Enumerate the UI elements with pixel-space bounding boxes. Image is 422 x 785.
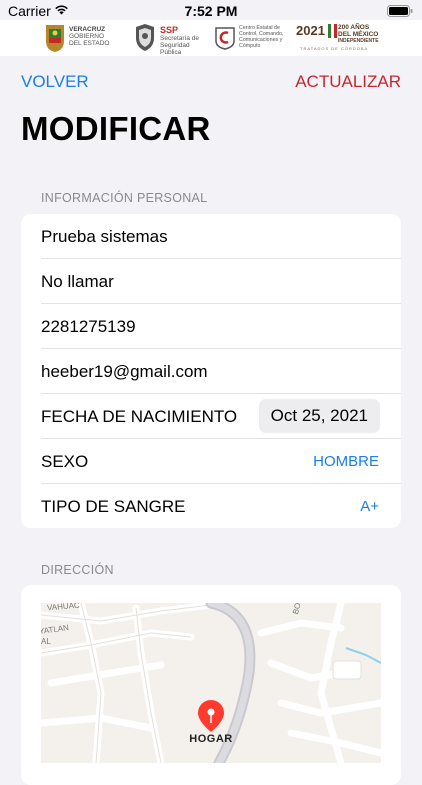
birth-date-row: FECHA DE NACIMIENTO Oct 25, 2021 [21,394,401,439]
birth-date-label: FECHA DE NACIMIENTO [41,407,238,426]
c4-logo: Centro Estatal de Control, Comando, Comu… [214,23,290,53]
page-title: MODIFICAR [21,110,211,147]
personal-info-header: INFORMACIÓN PERSONAL [41,191,208,205]
phone-row[interactable]: 2281275139 [21,304,401,349]
email-row[interactable]: heeber19@gmail.com [21,349,401,394]
veracruz-text-3: DEL ESTADO [69,40,110,47]
battery-icon [387,5,413,17]
ssp-emblem-icon [136,24,154,51]
birth-date-picker[interactable]: Oct 25, 2021 [258,399,380,433]
blood-type-row[interactable]: TIPO DE SANGRE A+ [21,484,401,528]
ssp-logo: SSP Secretaría de Seguridad Pública [134,23,204,56]
c4-emblem-icon [215,27,235,50]
address-header: DIRECCIÓN [41,563,114,577]
bicentenario-text-3: INDEPENDIENTE [338,38,379,44]
sex-label: SEXO [41,452,89,471]
location-pin-icon[interactable] [197,699,225,735]
bicentenario-text-2: DEL MÉXICO [338,31,379,38]
update-button[interactable]: ACTUALIZAR [295,72,401,92]
bicentenario-footer: TRATADOS DE CÓRDOBA [300,46,369,51]
mexico-flag-icon [328,24,337,38]
logo-strip: VERACRUZ GOBIERNO DEL ESTADO SSP Secreta… [0,20,422,56]
bicentenario-text-1: 200 AÑOS [338,24,370,31]
sex-picker[interactable]: HOMBRE [313,453,379,470]
name-row[interactable]: Prueba sistemas [21,214,401,259]
veracruz-shield-icon [46,25,64,52]
ssp-text-1: Secretaría de [160,35,200,42]
no-call-row[interactable]: No llamar [21,259,401,304]
sex-row[interactable]: SEXO HOMBRE [21,439,401,484]
veracruz-text-2: GOBIERNO [69,33,105,40]
veracruz-text-1: VERACRUZ [69,26,106,33]
blood-type-picker[interactable]: A+ [360,498,379,515]
blood-type-label: TIPO DE SANGRE [41,497,186,516]
email-field[interactable]: heeber19@gmail.com [41,362,208,382]
ssp-title: SSP [160,25,179,35]
map-street-label-3: AL [41,637,51,646]
ssp-text-2: Seguridad Pública [160,42,190,56]
address-map[interactable]: VAHUAC YATLAN AL BOULEVARD HOGAR [41,603,381,763]
pin-label: HOGAR [189,733,233,745]
phone-field[interactable]: 2281275139 [41,317,136,337]
c4-text-4: Cómputo [239,43,261,49]
bicentenario-logo: 2021 200 AÑOS DEL MÉXICO INDEPENDIENTE T… [296,23,379,53]
address-card: VAHUAC YATLAN AL BOULEVARD HOGAR [21,585,401,785]
name-field[interactable]: Prueba sistemas [41,227,168,247]
personal-info-card: Prueba sistemas No llamar 2281275139 hee… [21,214,401,528]
bicentenario-year: 2021 [296,23,325,38]
veracruz-logo: VERACRUZ GOBIERNO DEL ESTADO [44,23,118,53]
back-button[interactable]: VOLVER [21,72,89,92]
status-time: 7:52 PM [184,3,238,19]
no-call-field[interactable]: No llamar [41,272,114,292]
status-bar: Carrier 7:52 PM [0,0,422,22]
